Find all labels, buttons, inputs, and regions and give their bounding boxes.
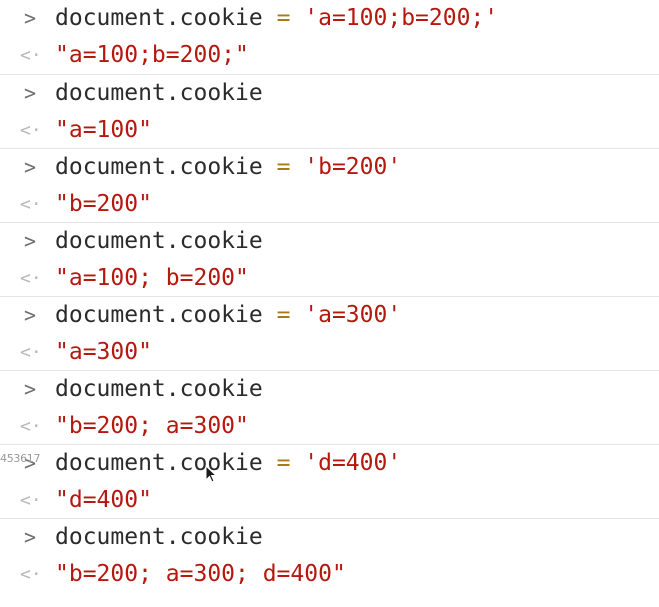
- return-arrow-icon: <·: [20, 490, 42, 511]
- input-string: 'a=100;b=200;': [304, 5, 499, 31]
- console-output-line: <· "b=200; a=300; d=400": [0, 556, 659, 593]
- input-object: document.cookie: [55, 80, 263, 106]
- console-input-line[interactable]: > document.cookie: [0, 223, 659, 260]
- input-object: document.cookie: [55, 5, 263, 31]
- console-entry: > document.cookie = 'b=200' <· "b=200": [0, 148, 659, 222]
- input-string: 'a=300': [304, 302, 402, 328]
- console-input-line[interactable]: > document.cookie: [0, 371, 659, 408]
- console-entry: > document.cookie = 'a=300' <· "a=300": [0, 296, 659, 370]
- console-input-line[interactable]: > document.cookie = 'a=300': [0, 297, 659, 334]
- console-output: "a=100;b=200;": [55, 42, 249, 68]
- console-output: "a=300": [55, 339, 152, 365]
- console-input[interactable]: document.cookie = 'a=300': [55, 297, 401, 334]
- input-object: document.cookie: [55, 302, 263, 328]
- console-entry: > document.cookie = 'd=400' <· "d=400": [0, 444, 659, 518]
- chevron-right-icon: >: [23, 81, 37, 105]
- input-object: document.cookie: [55, 450, 263, 476]
- console-output: "d=400": [55, 487, 152, 513]
- console-input-line[interactable]: > document.cookie = 'a=100;b=200;': [0, 0, 659, 37]
- console-entry: > document.cookie <· "b=200; a=300; d=40…: [0, 518, 659, 592]
- console-output-line: <· "d=400": [0, 482, 659, 519]
- console-output-line: <· "b=200": [0, 186, 659, 223]
- console-output: "b=200": [55, 191, 152, 217]
- return-arrow-icon: <·: [20, 120, 42, 141]
- console-input[interactable]: document.cookie: [55, 223, 263, 260]
- console-input-line[interactable]: > document.cookie = 'b=200': [0, 149, 659, 186]
- chevron-right-icon: >: [23, 377, 37, 401]
- mouse-pointer-icon: [205, 465, 218, 483]
- input-operator: =: [262, 154, 305, 180]
- console-input[interactable]: document.cookie = 'a=100;b=200;': [55, 0, 498, 37]
- return-arrow-icon: <·: [20, 45, 42, 66]
- chevron-right-icon: >: [23, 303, 37, 327]
- console-input[interactable]: document.cookie = 'b=200': [55, 149, 401, 186]
- console-output-line: <· "a=100; b=200": [0, 260, 659, 297]
- console-entry: > document.cookie <· "a=100": [0, 74, 659, 148]
- console-input[interactable]: document.cookie: [55, 75, 263, 112]
- console-output-line: <· "a=300": [0, 334, 659, 371]
- return-arrow-icon: <·: [20, 416, 42, 437]
- chevron-right-icon: >: [23, 155, 37, 179]
- return-arrow-icon: <·: [20, 268, 42, 289]
- input-operator: =: [262, 5, 305, 31]
- console-input-line[interactable]: > document.cookie = 'd=400': [0, 445, 659, 482]
- input-object: document.cookie: [55, 154, 263, 180]
- console-output: "a=100": [55, 117, 152, 143]
- console-output-line: <· "a=100": [0, 112, 659, 149]
- return-arrow-icon: <·: [20, 564, 42, 585]
- input-object: document.cookie: [55, 524, 263, 550]
- return-arrow-icon: <·: [20, 342, 42, 363]
- console-input[interactable]: document.cookie: [55, 519, 263, 556]
- input-string: 'b=200': [304, 154, 402, 180]
- console-entry: > document.cookie = 'a=100;b=200;' <· "a…: [0, 0, 659, 74]
- console-input[interactable]: document.cookie = 'd=400': [55, 445, 401, 482]
- console-output-line: <· "b=200; a=300": [0, 408, 659, 445]
- console-output: "a=100; b=200": [55, 265, 249, 291]
- console-output-line: <· "a=100;b=200;": [0, 37, 659, 74]
- chevron-right-icon: >: [23, 6, 37, 30]
- side-label: 453617: [0, 452, 41, 465]
- console-input-line[interactable]: > document.cookie: [0, 75, 659, 112]
- input-object: document.cookie: [55, 228, 263, 254]
- return-arrow-icon: <·: [20, 194, 42, 215]
- console-panel: > document.cookie = 'a=100;b=200;' <· "a…: [0, 0, 659, 607]
- console-entry: > document.cookie <· "a=100; b=200": [0, 222, 659, 296]
- input-operator: =: [262, 302, 305, 328]
- input-operator: =: [262, 450, 305, 476]
- chevron-right-icon: >: [23, 229, 37, 253]
- console-input-line[interactable]: > document.cookie: [0, 519, 659, 556]
- input-object: document.cookie: [55, 376, 263, 402]
- console-output: "b=200; a=300; d=400": [55, 561, 346, 587]
- chevron-right-icon: >: [23, 525, 37, 549]
- console-output: "b=200; a=300": [55, 413, 249, 439]
- console-input[interactable]: document.cookie: [55, 371, 263, 408]
- input-string: 'd=400': [304, 450, 402, 476]
- console-entry: > document.cookie <· "b=200; a=300": [0, 370, 659, 444]
